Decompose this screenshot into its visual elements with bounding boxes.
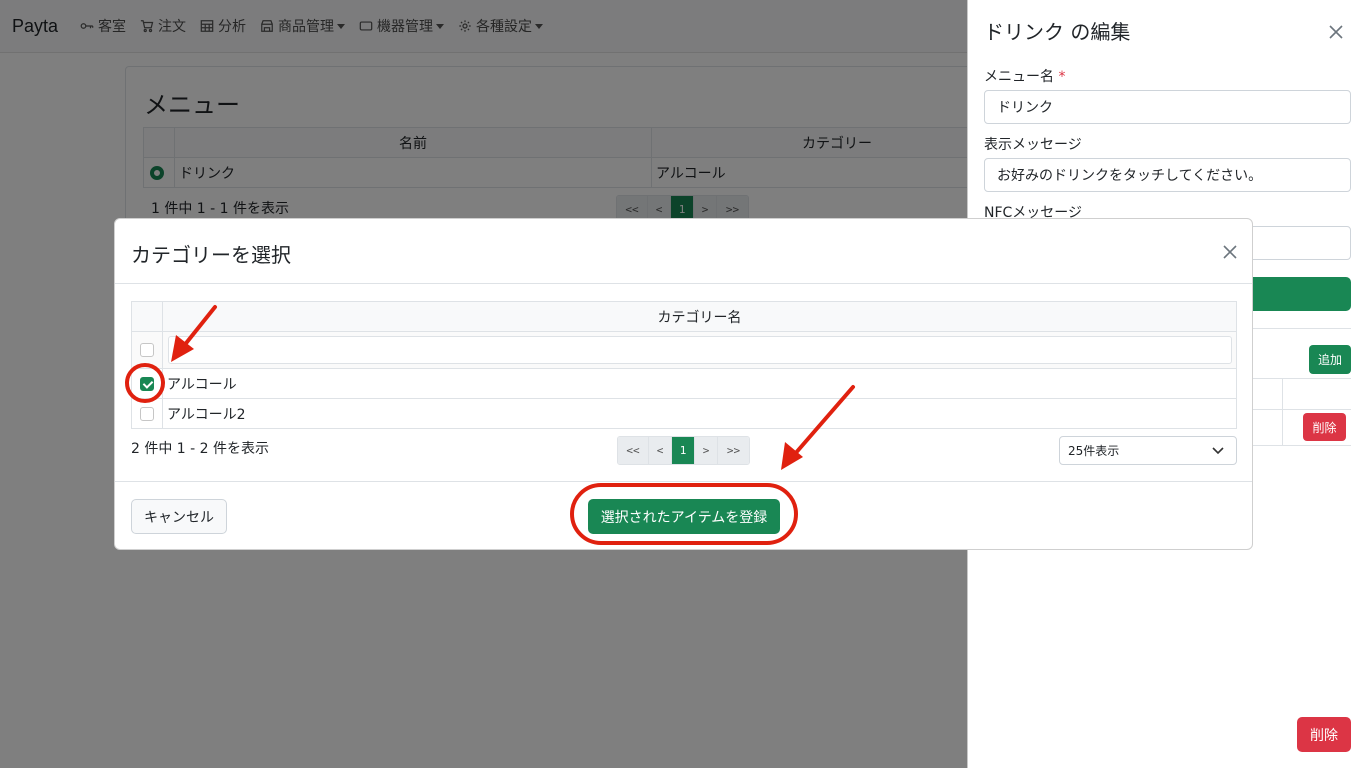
category-name: アルコール2 xyxy=(162,398,1237,429)
modal-header: カテゴリーを選択 xyxy=(115,219,1252,284)
filter-row xyxy=(131,331,1237,369)
delete-button[interactable]: 削除 xyxy=(1297,717,1351,752)
row-delete-button[interactable]: 削除 xyxy=(1303,413,1346,441)
display-message-label: 表示メッセージ xyxy=(984,137,1082,153)
record-count: 2 件中 1 - 2 件を表示 xyxy=(131,441,270,457)
required-mark: * xyxy=(1058,69,1066,85)
chevron-down-icon xyxy=(1212,447,1224,455)
pagination: << < 1 > >> xyxy=(617,436,750,465)
page-prev[interactable]: < xyxy=(649,437,672,464)
edit-panel-title: ドリンク の編集 xyxy=(984,20,1131,44)
close-icon[interactable] xyxy=(1328,24,1344,40)
per-page-select[interactable]: 25件表示 xyxy=(1059,436,1237,465)
row-checkbox[interactable] xyxy=(140,406,154,421)
display-message-input[interactable]: お好みのドリンクをタッチしてください。 xyxy=(984,158,1351,192)
page-first[interactable]: << xyxy=(618,437,649,464)
modal-title: カテゴリーを選択 xyxy=(131,243,291,267)
page-number[interactable]: 1 xyxy=(672,437,695,464)
select-column-header xyxy=(131,301,163,332)
table-row[interactable]: アルコール xyxy=(131,368,1237,399)
menu-name-input[interactable]: ドリンク xyxy=(984,90,1351,124)
category-name: アルコール xyxy=(162,368,1237,399)
table-row[interactable]: アルコール2 xyxy=(131,398,1237,429)
category-filter-input[interactable] xyxy=(168,336,1232,364)
modal-footer xyxy=(115,481,1252,482)
column-header-category-name: カテゴリー名 xyxy=(162,301,1237,332)
register-selected-button[interactable]: 選択されたアイテムを登録 xyxy=(588,499,780,534)
table-divider xyxy=(1282,378,1283,446)
close-icon[interactable] xyxy=(1222,244,1238,260)
category-table: カテゴリー名 アルコール アルコール2 xyxy=(131,301,1237,429)
menu-name-label: メニュー名 * xyxy=(984,69,1066,85)
cancel-button[interactable]: キャンセル xyxy=(131,499,227,534)
page-next[interactable]: > xyxy=(695,437,718,464)
select-all-checkbox[interactable] xyxy=(140,343,154,357)
add-button[interactable]: 追加 xyxy=(1309,345,1351,374)
category-select-modal: カテゴリーを選択 カテゴリー名 アルコール アルコール2 2 件中 1 - 2 … xyxy=(114,218,1253,550)
row-checkbox-checked[interactable] xyxy=(140,376,154,391)
page-last[interactable]: >> xyxy=(718,437,749,464)
